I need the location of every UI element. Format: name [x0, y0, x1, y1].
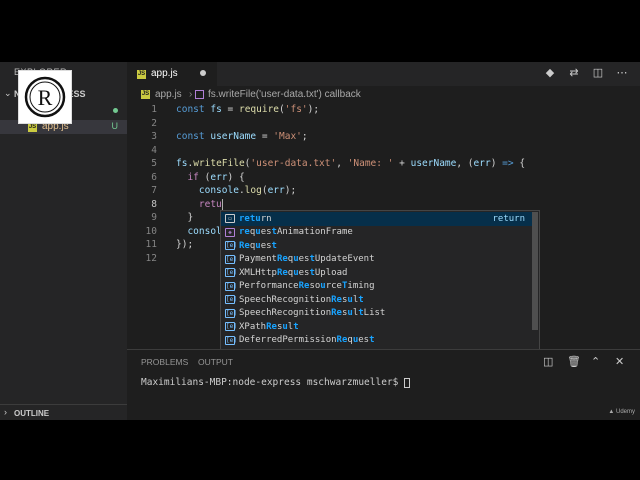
suggestion-item[interactable]: [e] SpeechRecognitionResultList [221, 307, 533, 321]
suggestion-item[interactable]: [e] XMLHttpRequestUpload [221, 266, 533, 280]
suggestion-label: SpeechRecognitionResultList [239, 308, 386, 318]
outline-label: OUTLINE [14, 409, 50, 418]
outline-section[interactable]: › OUTLINE [0, 404, 127, 420]
chevron-down-icon: ⌄ [4, 88, 12, 98]
breadcrumb: JS app.js › fs.writeFile('user-data.txt'… [127, 86, 640, 102]
more-actions-icon[interactable]: ⋯ [615, 66, 629, 80]
variable-icon: [e] [225, 268, 237, 277]
suggestion-label: XMLHttpRequestUpload [239, 267, 348, 278]
keyword-icon: ▭ [225, 214, 235, 223]
split-terminal-icon[interactable]: ◫ [543, 355, 553, 368]
suggestion-detail: return [492, 213, 525, 224]
breadcrumb-symbol[interactable]: fs.writeFile('user-data.txt') callback [208, 89, 361, 100]
suggestion-label: PaymentRequestUpdateEvent [239, 254, 375, 264]
code-line-11: }); [176, 239, 194, 250]
git-status-badge: U [111, 121, 119, 131]
tab-label: app.js [151, 68, 178, 79]
text-cursor [221, 198, 223, 210]
bottom-panel: PROBLEMS OUTPUT ◫ 🗑 ⌃ ✕ Maximilians-MBP:… [127, 349, 640, 404]
line-number: 1 [151, 104, 157, 115]
explorer-sidebar: EXPLORER ⌄ NODE-EXPRESS JS app.js U R › … [0, 62, 127, 420]
line-number-current: 8 [151, 198, 157, 210]
suggestion-label: return [239, 213, 272, 224]
suggestion-item[interactable]: [e] DeferredPermissionRequest [221, 334, 533, 348]
svg-text:R: R [38, 85, 53, 110]
line-number: 6 [151, 171, 157, 183]
line-number: 10 [145, 225, 157, 237]
autocomplete-widget[interactable]: ▭ return return ◈ requestAnimationFrame … [220, 210, 540, 370]
line-number: 7 [151, 185, 157, 196]
suggestion-item[interactable]: [e] PerformanceResourceTiming [221, 280, 533, 294]
variable-icon: [e] [225, 335, 237, 345]
vscode-window: EXPLORER ⌄ NODE-EXPRESS JS app.js U R › … [0, 62, 640, 420]
line-number: 3 [151, 131, 157, 142]
variable-icon: [e] [225, 281, 237, 291]
code-line-7: console.log(err); [198, 185, 297, 196]
suggestion-label: requestAnimationFrame [239, 227, 353, 237]
suggestion-scrollbar[interactable] [532, 212, 538, 330]
variable-icon: [e] [225, 241, 237, 250]
chevron-up-icon[interactable]: ⌃ [591, 355, 600, 368]
code-line-3: const userName = 'Max'; [176, 131, 308, 142]
watermark: ▲ Udemy [608, 409, 635, 415]
line-number: 9 [151, 212, 157, 223]
code-line-1: const fs = require('fs'); [176, 104, 320, 115]
chevron-right-icon: › [4, 407, 7, 417]
terminal[interactable]: Maximilians-MBP:node-express mschwarzmue… [141, 377, 411, 388]
suggestion-label: Request [239, 240, 277, 251]
unsaved-dot-icon[interactable] [200, 70, 206, 76]
line-number: 11 [145, 239, 157, 250]
tab-app-js[interactable]: JS app.js [127, 62, 217, 86]
code-line-6: if (err) { [187, 171, 245, 183]
source-control-icon[interactable]: ◆ [543, 66, 557, 80]
suggestion-item[interactable]: [e] Request [221, 239, 533, 253]
suggestion-item[interactable]: [e] PaymentRequestUpdateEvent [221, 253, 533, 267]
line-number: 4 [151, 144, 157, 156]
line-number: 2 [151, 117, 157, 129]
tab-output[interactable]: OUTPUT [198, 357, 233, 367]
editor-tab-bar: JS app.js ◆ ⇄ ◫ ⋯ [127, 62, 640, 86]
code-line-10: consol [187, 225, 222, 237]
js-file-icon: JS [137, 70, 146, 79]
chevron-right-icon: › [189, 89, 193, 100]
js-file-icon: JS [141, 90, 150, 99]
close-icon[interactable]: ✕ [615, 355, 624, 368]
trash-icon[interactable]: 🗑 [567, 355, 581, 368]
open-changes-icon[interactable]: ⇄ [567, 66, 581, 80]
suggestion-item[interactable]: [e] XPathResult [221, 320, 533, 334]
variable-icon: [e] [225, 322, 237, 331]
line-number: 12 [145, 252, 157, 264]
suggestion-label: DeferredPermissionRequest [239, 335, 375, 345]
split-editor-icon[interactable]: ◫ [591, 66, 605, 80]
suggestion-label: PerformanceResourceTiming [239, 281, 375, 291]
function-symbol-icon [195, 90, 204, 99]
suggestion-label: XPathResult [239, 321, 299, 332]
channel-logo: R [18, 70, 72, 124]
variable-icon: [e] [225, 308, 237, 318]
code-line-8: retu [198, 198, 223, 210]
terminal-prompt: Maximilians-MBP:node-express mschwarzmue… [141, 377, 405, 388]
suggestion-item[interactable]: ◈ requestAnimationFrame [221, 226, 533, 240]
method-icon: ◈ [225, 227, 235, 237]
breadcrumb-file[interactable]: app.js [155, 89, 182, 100]
variable-icon: [e] [225, 254, 237, 264]
code-line-9: } [176, 212, 194, 223]
code-line-5: fs.writeFile('user-data.txt', 'Name: ' +… [176, 158, 526, 169]
suggestion-label: SpeechRecognitionResult [239, 294, 364, 305]
variable-icon: [e] [225, 295, 237, 304]
modified-dot-icon [113, 108, 118, 113]
terminal-cursor [404, 377, 411, 388]
suggestion-item[interactable]: ▭ return return [221, 212, 533, 226]
tab-problems[interactable]: PROBLEMS [141, 357, 188, 367]
line-number: 5 [151, 158, 157, 169]
suggestion-item[interactable]: [e] SpeechRecognitionResult [221, 293, 533, 307]
